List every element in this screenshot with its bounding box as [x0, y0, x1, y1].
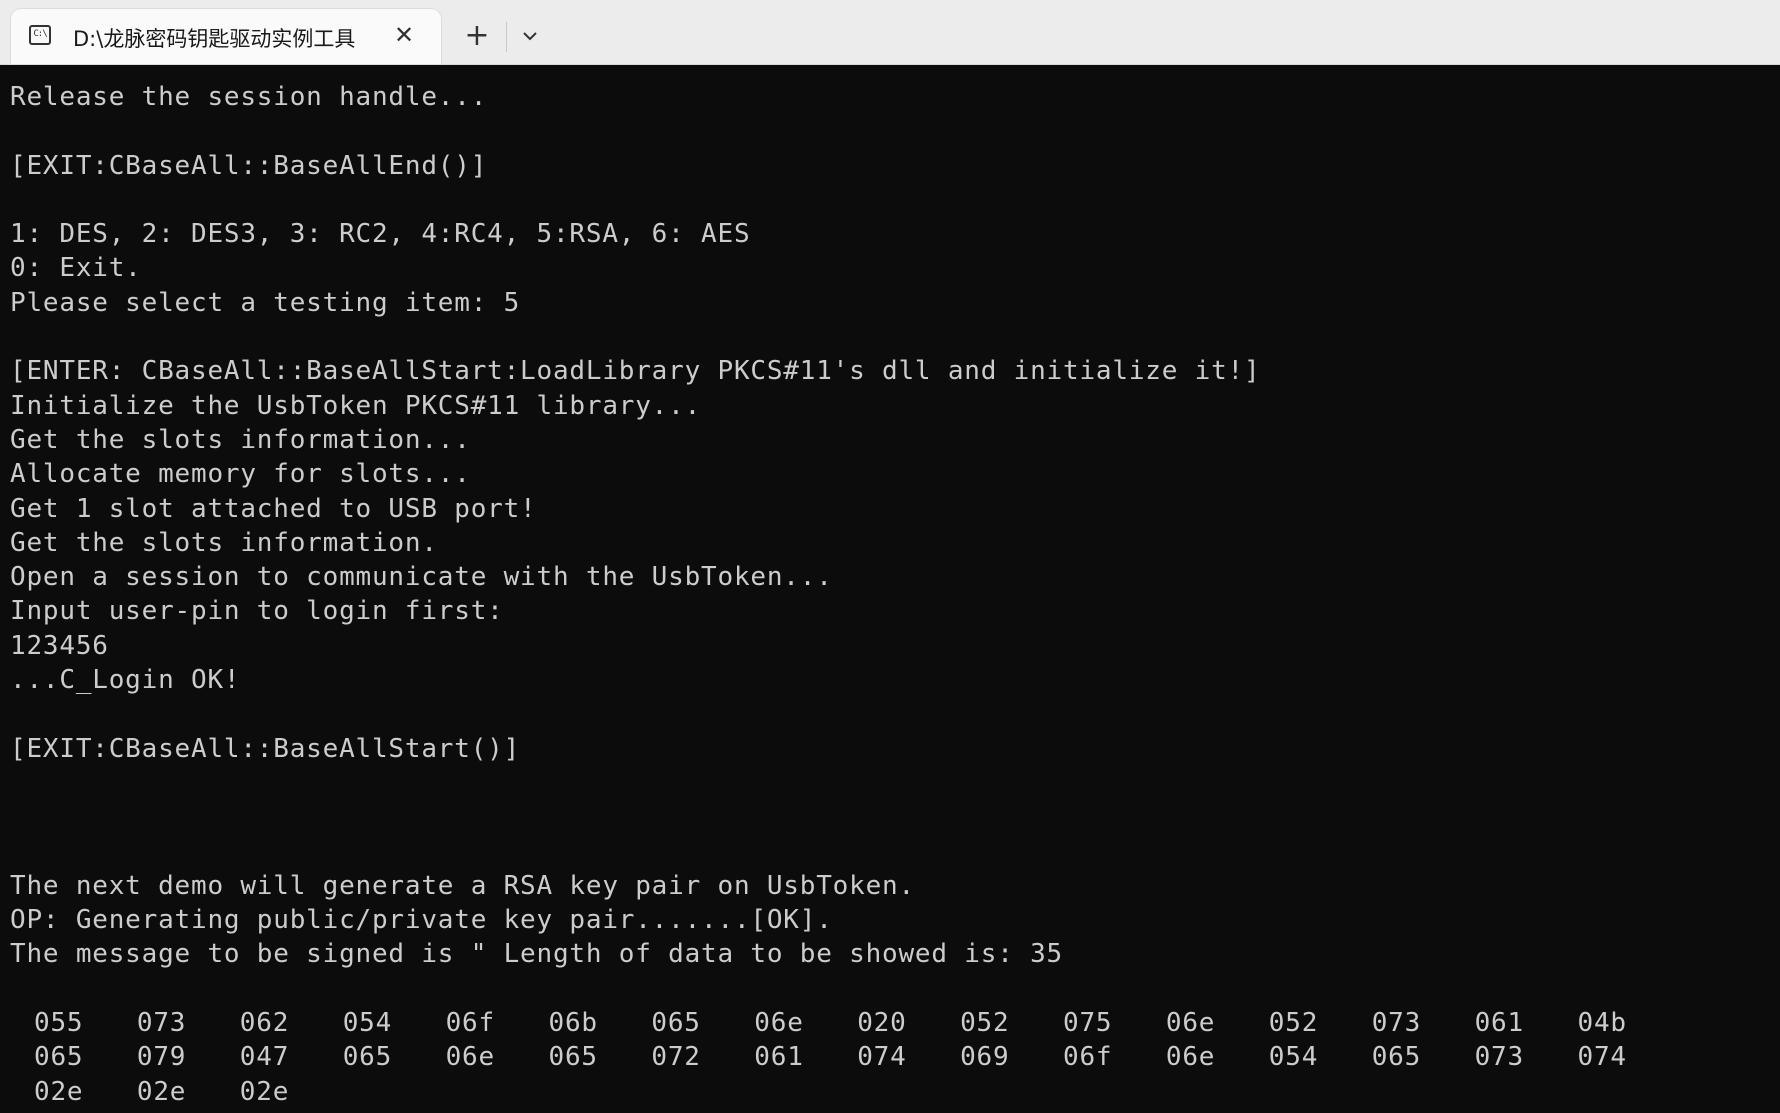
- close-icon[interactable]: ✕: [389, 20, 419, 50]
- hex-row: 02e 02e 02e: [10, 1075, 1780, 1109]
- hex-row: 065 079 047 065 06e 065 072 061 074 069 06f 06e 054 0…: [10, 1040, 1780, 1074]
- terminal-line: ...C_Login OK!: [10, 665, 241, 696]
- terminal-line: Get 1 slot attached to USB port!: [10, 493, 537, 524]
- hex-value: 055: [34, 1008, 84, 1039]
- terminal-line: [EXIT:CBaseAll::BaseAllStart()]: [10, 733, 521, 764]
- hex-value: 073: [1371, 1008, 1422, 1039]
- terminal-line: The next demo will generate a RSA key pa…: [10, 870, 915, 901]
- hex-value: 073: [136, 1008, 187, 1039]
- terminal-line: Initialize the UsbToken PKCS#11 library.…: [10, 390, 702, 421]
- hex-value: 065: [1371, 1042, 1422, 1073]
- hex-value: 069: [960, 1042, 1010, 1073]
- hex-value: 065: [342, 1042, 393, 1073]
- console-icon: C:\: [29, 25, 51, 45]
- hex-value: 052: [1268, 1008, 1319, 1039]
- terminal-line: Allocate memory for slots...: [10, 459, 471, 490]
- hex-value: 06e: [445, 1042, 495, 1073]
- hex-value: 047: [239, 1042, 290, 1073]
- terminal-line: Release the session handle...: [10, 82, 488, 112]
- hex-value: 061: [1474, 1008, 1524, 1039]
- hex-value: 065: [548, 1042, 598, 1073]
- hex-value: 02e: [34, 1076, 84, 1107]
- hex-value: 06e: [754, 1008, 804, 1039]
- hex-value: 072: [651, 1042, 701, 1073]
- terminal-line: [EXIT:CBaseAll::BaseAllEnd()]: [10, 150, 488, 181]
- terminal-line: [ENTER: CBaseAll::BaseAllStart:LoadLibra…: [10, 356, 1261, 387]
- terminal-line: Please select a testing item: 5: [10, 287, 521, 318]
- hex-value: 075: [1063, 1008, 1113, 1039]
- hex-value: 065: [651, 1008, 701, 1039]
- hex-value: 02e: [136, 1076, 187, 1107]
- hex-value: 074: [857, 1042, 907, 1073]
- tab-bar: C:\ D:\龙脉密码钥匙驱动实例工具 ✕ +: [0, 0, 1780, 65]
- hex-value: 04b: [1577, 1008, 1627, 1039]
- hex-value: 06f: [1063, 1042, 1113, 1073]
- hex-value: 065: [34, 1042, 84, 1073]
- terminal-line: Get the slots information.: [10, 527, 438, 558]
- hex-value: 074: [1577, 1042, 1627, 1073]
- hex-value: 061: [754, 1042, 804, 1073]
- terminal-line: 1: DES, 2: DES3, 3: RC2, 4:RC4, 5:RSA, 6…: [10, 219, 751, 250]
- new-tab-button[interactable]: +: [460, 19, 494, 53]
- terminal-line: Open a session to communicate with the U…: [10, 562, 833, 593]
- hex-value: 073: [1474, 1042, 1524, 1073]
- terminal-line: Get the slots information...: [10, 424, 471, 455]
- terminal-line: 0: Exit.: [10, 253, 142, 284]
- hex-value: 06e: [1165, 1042, 1216, 1073]
- hex-value: 052: [960, 1008, 1010, 1039]
- terminal-output[interactable]: Release the session handle... [EXIT:CBase…: [10, 80, 1780, 1109]
- hex-value: 06f: [445, 1008, 495, 1039]
- terminal-line: The message to be signed is " Length of …: [10, 939, 1064, 970]
- terminal-line: 123456: [10, 630, 109, 661]
- hex-value: 054: [342, 1008, 393, 1039]
- hex-value: 06e: [1165, 1008, 1216, 1039]
- chevron-down-icon[interactable]: [515, 20, 545, 52]
- hex-row: 055 073 062 054 06f 06b 065 06e 020 052 075 06e 052 0…: [10, 1006, 1780, 1040]
- hex-value: 02e: [239, 1076, 290, 1107]
- terminal-line: Input user-pin to login first:: [10, 596, 504, 627]
- tab-title: D:\龙脉密码钥匙驱动实例工具: [73, 27, 356, 51]
- hex-value: 020: [857, 1008, 907, 1039]
- terminal-line: OP: Generating public/private key pair..…: [10, 905, 833, 936]
- hex-value: 06b: [548, 1008, 598, 1039]
- terminal-tab[interactable]: C:\ D:\龙脉密码钥匙驱动实例工具 ✕: [11, 9, 441, 64]
- hex-value: 079: [136, 1042, 187, 1073]
- tab-divider: [506, 22, 507, 52]
- hex-value: 054: [1268, 1042, 1319, 1073]
- hex-value: 062: [239, 1008, 290, 1039]
